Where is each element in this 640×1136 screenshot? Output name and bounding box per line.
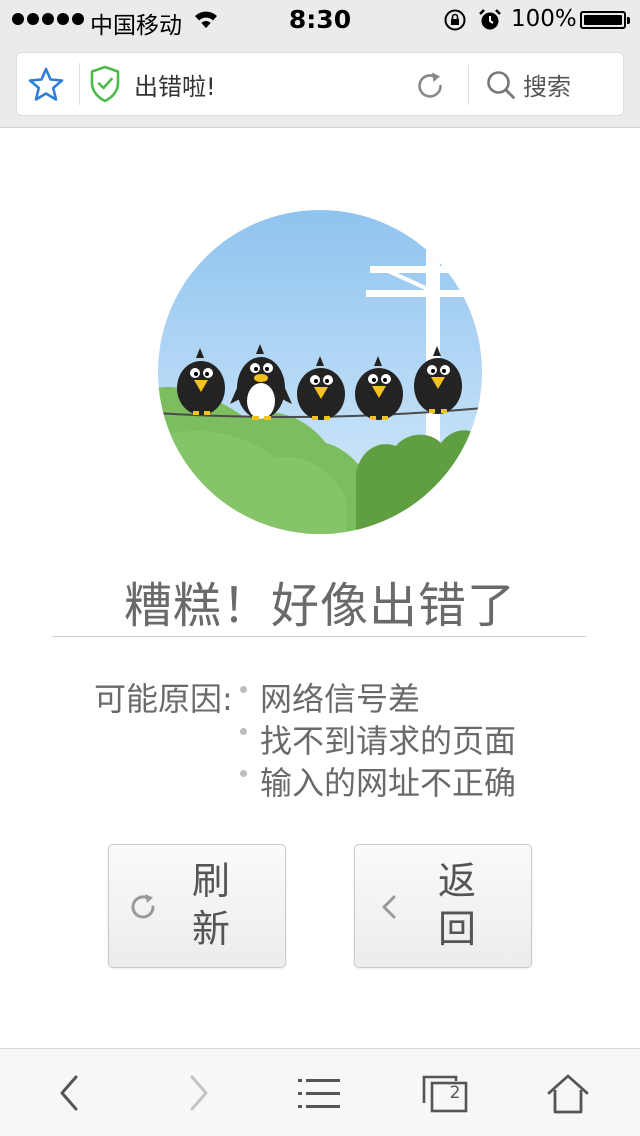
divider [52,636,586,637]
reload-icon[interactable] [413,69,447,103]
rotation-lock-icon [444,9,466,31]
search-icon[interactable] [485,69,517,101]
bullet [240,770,247,777]
battery-icon [580,11,630,29]
tabs-count: 2 [449,1083,461,1103]
refresh-button[interactable]: 刷新 [108,844,286,968]
search-button[interactable]: 搜索 [523,67,571,102]
reason-item: 网络信号差 [260,680,421,718]
alarm-icon [479,9,501,30]
refresh-icon [131,894,155,919]
shield-check-icon [90,65,120,103]
menu-list-icon[interactable] [296,1073,342,1113]
url-box[interactable]: 出错啦! 搜索 [16,52,624,116]
status-bar: 中国移动 8:30 100% [0,0,640,40]
back-label: 返回 [437,859,476,951]
battery-percentage: 100% [511,6,577,32]
browser-address-bar: 出错啦! 搜索 [0,40,640,128]
reason-item: 输入的网址不正确 [260,764,517,802]
error-illustration [158,210,482,534]
reason-item: 找不到请求的页面 [260,722,517,760]
bullet [240,686,247,693]
reasons-label: 可能原因: [94,680,233,718]
chevron-left-icon [382,895,396,919]
refresh-label: 刷新 [191,859,230,951]
bullet [240,728,247,735]
back-arrow-icon[interactable] [52,1073,86,1113]
divider [79,63,80,105]
forward-arrow-icon[interactable] [182,1073,216,1113]
home-icon[interactable] [546,1073,590,1115]
bottom-toolbar [0,1048,640,1136]
error-title: 糟糕！好像出错了 [123,578,516,634]
page-title: 出错啦! [134,73,216,101]
star-icon[interactable] [27,66,65,102]
divider [468,65,469,105]
back-button[interactable]: 返回 [354,844,532,968]
